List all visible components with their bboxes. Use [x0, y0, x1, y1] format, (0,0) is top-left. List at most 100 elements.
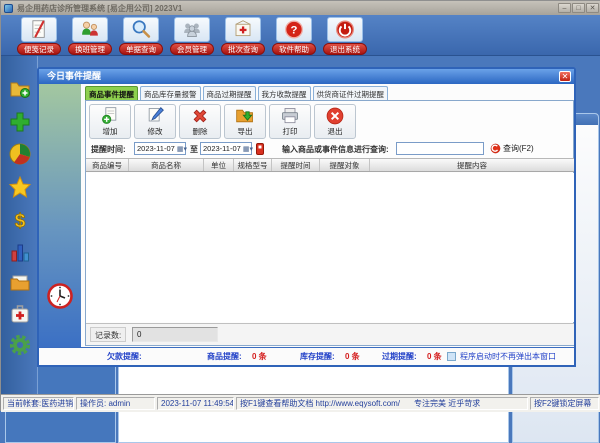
col-product-id[interactable]: 商品编号: [86, 159, 129, 171]
magnifier-icon: [130, 19, 152, 40]
tab-receivables[interactable]: 我方收款提醒: [258, 86, 311, 101]
tab-supplier-cert-expiry[interactable]: 供货商证件过期提醒: [313, 86, 389, 101]
member-management-button[interactable]: 会员管理: [170, 17, 214, 55]
expire-reminder-label: 过期提醒:: [382, 348, 417, 365]
status-help: 按F1键查看帮助文档 http://www.eqysoft.com/专注完美 近…: [236, 397, 528, 410]
refresh-mini-icon[interactable]: [256, 143, 264, 155]
col-remind-target[interactable]: 提醒对象: [320, 159, 370, 171]
edit-button[interactable]: 修改: [134, 104, 176, 139]
status-operator: 操作员: admin: [76, 397, 155, 410]
status-bar: 当前帐套:医药进销存 操作员: admin 2023-11-07 11:49:5…: [1, 394, 600, 412]
exit-system-button[interactable]: 退出系统: [323, 17, 367, 55]
delete-icon: [180, 106, 220, 126]
export-icon: [225, 106, 265, 126]
dialog-close-button[interactable]: ✕: [559, 71, 571, 82]
window-title: 易企用药店诊所管理系统 [易企用公司] 2023V1: [17, 3, 182, 14]
arrears-reminder-label: 欠款提醒:: [107, 348, 142, 365]
query-button[interactable]: 查询(F2): [490, 143, 534, 154]
app-icon: [4, 4, 13, 13]
col-spec[interactable]: 规格型号: [234, 159, 272, 171]
plus-icon[interactable]: [8, 110, 32, 134]
folder-add-icon[interactable]: [8, 77, 32, 101]
main-toolbar: 便笺记录 换班管理 单据查询 会员管理 批次查询 ? 软件帮助 退出系统: [1, 15, 600, 56]
table-body-empty[interactable]: [86, 173, 574, 322]
software-help-button[interactable]: ? 软件帮助: [272, 17, 316, 55]
star-icon[interactable]: [8, 175, 32, 199]
edit-icon: [135, 106, 175, 126]
minimize-button[interactable]: –: [558, 3, 571, 13]
product-reminder-count: 0 条: [252, 348, 267, 365]
search-label: 输入商品或事件信息进行查询:: [282, 144, 389, 155]
col-unit[interactable]: 单位: [204, 159, 234, 171]
left-sidebar: $: [1, 56, 38, 394]
add-icon: [90, 106, 130, 126]
delete-button[interactable]: 删除: [179, 104, 221, 139]
query-icon: [490, 143, 501, 154]
application-window: 易企用药店诊所管理系统 [易企用公司] 2023V1 – □ ✕ 便笺记录 换班…: [0, 0, 600, 411]
dont-show-again-label: 程序启动时不再弹出本窗口: [460, 348, 556, 365]
status-help-text: 按F1键查看帮助文档 http://www.eqysoft.com/: [240, 399, 400, 408]
window-titlebar: 易企用药店诊所管理系统 [易企用公司] 2023V1 – □ ✕: [1, 1, 600, 15]
dont-show-again-checkbox[interactable]: [447, 352, 456, 361]
tab-product-events[interactable]: 商品事件提醒: [85, 86, 138, 101]
filter-row: 提醒时间: 2023-11-07 ▦▾ 至 2023-11-07 ▦▾ 输入商品…: [86, 142, 575, 157]
search-input[interactable]: [396, 142, 484, 155]
date-from-picker[interactable]: 2023-11-07 ▦▾: [134, 142, 186, 155]
col-remind-time[interactable]: 提醒时间: [272, 159, 320, 171]
dialog-titlebar[interactable]: 今日事件提醒: [39, 69, 574, 84]
product-reminder-label: 商品提醒:: [207, 348, 242, 365]
status-datetime: 2023-11-07 11:49:54: [157, 397, 234, 410]
stock-reminder-label: 库存提醒:: [300, 348, 335, 365]
tab-stock-alarm[interactable]: 商品库存量报警: [140, 86, 201, 101]
tab-content: 增加 修改 删除 导出 打印: [85, 100, 574, 346]
time-range-label: 提醒时间:: [91, 144, 126, 155]
shift-management-button[interactable]: 换班管理: [68, 17, 112, 55]
date-to-picker[interactable]: 2023-11-07 ▦▾: [200, 142, 252, 155]
dialog-side-strip: [39, 84, 81, 350]
help-icon: ?: [283, 19, 305, 40]
to-label: 至: [190, 144, 198, 155]
folder-icon[interactable]: [8, 271, 32, 295]
stock-reminder-count: 0 条: [345, 348, 360, 365]
svg-text:$: $: [15, 211, 26, 232]
calendar-dropdown-icon[interactable]: ▦▾: [243, 146, 253, 153]
expire-reminder-count: 0 条: [427, 348, 442, 365]
maximize-button[interactable]: □: [572, 3, 585, 13]
quit-button[interactable]: 退出: [314, 104, 356, 139]
col-remind-content[interactable]: 提醒内容: [370, 159, 574, 171]
add-button[interactable]: 增加: [89, 104, 131, 139]
batch-query-button[interactable]: 批次查询: [221, 17, 265, 55]
document-query-button[interactable]: 单据查询: [119, 17, 163, 55]
notepad-icon: [28, 19, 50, 40]
memo-records-button[interactable]: 便笺记录: [17, 17, 61, 55]
quit-icon: [315, 106, 355, 126]
medicine-box-icon: [232, 19, 254, 40]
gear-icon[interactable]: [8, 333, 32, 357]
calendar-dropdown-icon[interactable]: ▦▾: [177, 146, 187, 153]
print-button[interactable]: 打印: [269, 104, 311, 139]
clock-icon: [46, 282, 74, 310]
svg-text:?: ?: [291, 24, 298, 36]
print-icon: [270, 106, 310, 126]
query-label: 查询(F2): [503, 143, 534, 154]
pie-chart-icon[interactable]: [8, 142, 32, 166]
window-close-button[interactable]: ✕: [586, 3, 599, 13]
table-header: 商品编号 商品名称 单位 规格型号 提醒时间 提醒对象 提醒内容: [86, 158, 574, 172]
status-lock-screen: 按F2键锁定屏幕: [530, 397, 599, 410]
dialog-footer: 欠款提醒: 商品提醒: 0 条 库存提醒: 0 条 过期提醒: 0 条 程序启动…: [39, 347, 574, 365]
record-count-row: 记录数: 0: [86, 323, 574, 345]
today-events-dialog: 今日事件提醒 ✕ 商品事件提醒 商品库存量报警 商品过期提醒 我方收款提醒 供货…: [37, 67, 576, 367]
shift-people-icon: [79, 19, 101, 40]
record-count-value: 0: [132, 327, 218, 342]
status-slogan: 专注完美 近乎苛求: [414, 399, 480, 408]
dialog-title: 今日事件提醒: [47, 71, 101, 81]
first-aid-icon[interactable]: [8, 302, 32, 326]
dollar-icon[interactable]: $: [8, 208, 32, 232]
tab-product-expiry[interactable]: 商品过期提醒: [203, 86, 256, 101]
bar-chart-icon[interactable]: [8, 240, 32, 264]
status-account: 当前帐套:医药进销存: [3, 397, 74, 410]
members-icon: [181, 19, 203, 40]
export-button[interactable]: 导出: [224, 104, 266, 139]
col-product-name[interactable]: 商品名称: [129, 159, 204, 171]
dialog-button-row: 增加 修改 删除 导出 打印: [89, 104, 356, 139]
